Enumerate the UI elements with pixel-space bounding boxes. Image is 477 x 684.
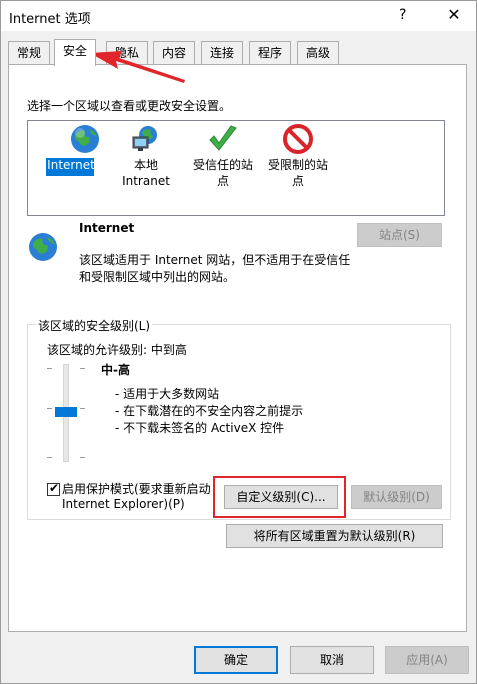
checkmark-icon: ✔ — [49, 481, 60, 495]
security-tab-panel: 选择一个区域以查看或更改安全设置。 Internet 本地 Intranet 受… — [8, 64, 467, 632]
tab-general[interactable]: 常规 — [8, 41, 50, 65]
slider-tick — [80, 368, 85, 369]
protected-mode-checkbox[interactable]: ✔ — [47, 481, 60, 496]
restricted-icon — [283, 124, 313, 154]
highlight-box — [213, 476, 346, 518]
slider-tick — [47, 368, 52, 369]
level-bullet: - 在下载潜在的不安全内容之前提示 — [115, 404, 304, 418]
title-bar: Internet 选项 ? ✕ — [1, 1, 476, 31]
zone-list: Internet 本地 Intranet 受信任的站 点 受限制的站 点 — [27, 120, 445, 216]
slider-tick — [80, 457, 85, 458]
zone-label: Internet — [47, 158, 95, 172]
level-bullet: - 不下载未签名的 ActiveX 控件 — [115, 421, 285, 435]
zone-label: 受限制的站 点 — [267, 158, 328, 188]
zone-name: Internet — [79, 221, 135, 235]
allowed-levels-label: 该区域的允许级别: 中到高 — [47, 343, 187, 357]
zone-instruction: 选择一个区域以查看或更改安全设置。 — [27, 99, 232, 113]
help-button[interactable]: ? — [399, 7, 406, 23]
zone-label: 受信任的站 点 — [192, 158, 253, 188]
arrow-icon — [90, 51, 185, 83]
apply-button[interactable]: 应用(A) — [385, 646, 469, 674]
reset-all-zones-button[interactable]: 将所有区域重置为默认级别(R) — [226, 524, 443, 548]
tab-security[interactable]: 安全 — [54, 39, 96, 66]
level-name: 中-高 — [101, 363, 130, 377]
slider-tick — [47, 457, 52, 458]
close-button[interactable]: ✕ — [439, 5, 469, 24]
tab-programs[interactable]: 程序 — [249, 41, 291, 65]
globe-icon — [29, 233, 57, 261]
slider-tick — [80, 408, 85, 409]
default-level-button[interactable]: 默认级别(D) — [351, 485, 442, 509]
tab-connections[interactable]: 连接 — [201, 41, 243, 65]
group-title: 该区域的安全级别(L) — [36, 317, 153, 334]
level-bullet: - 适用于大多数网站 — [115, 387, 220, 401]
ok-button[interactable]: 确定 — [194, 646, 278, 674]
intranet-icon — [132, 126, 157, 151]
zone-description-line2: 和受限制区域中列出的网站。 — [79, 270, 236, 284]
globe-icon — [71, 125, 99, 153]
protected-mode-label-line1: 启用保护模式(要求重新启动 — [62, 482, 211, 496]
slider-tick — [47, 408, 52, 409]
cancel-button[interactable]: 取消 — [290, 646, 374, 674]
protected-mode-label-line2: Internet Explorer)(P) — [62, 497, 185, 511]
tab-advanced[interactable]: 高级 — [297, 41, 339, 65]
window-title: Internet 选项 — [9, 12, 91, 27]
security-level-slider-thumb[interactable] — [55, 407, 77, 417]
zone-description-line1: 该区域适用于 Internet 网站，但不适用于在受信任 — [79, 253, 351, 267]
check-icon — [209, 125, 237, 151]
zone-label: 本地 Intranet — [122, 158, 170, 188]
internet-options-dialog: Internet 选项 ? ✕ 常规 安全 隐私 内容 连接 程序 高级 选择一… — [0, 0, 477, 684]
sites-button[interactable]: 站点(S) — [357, 223, 442, 247]
